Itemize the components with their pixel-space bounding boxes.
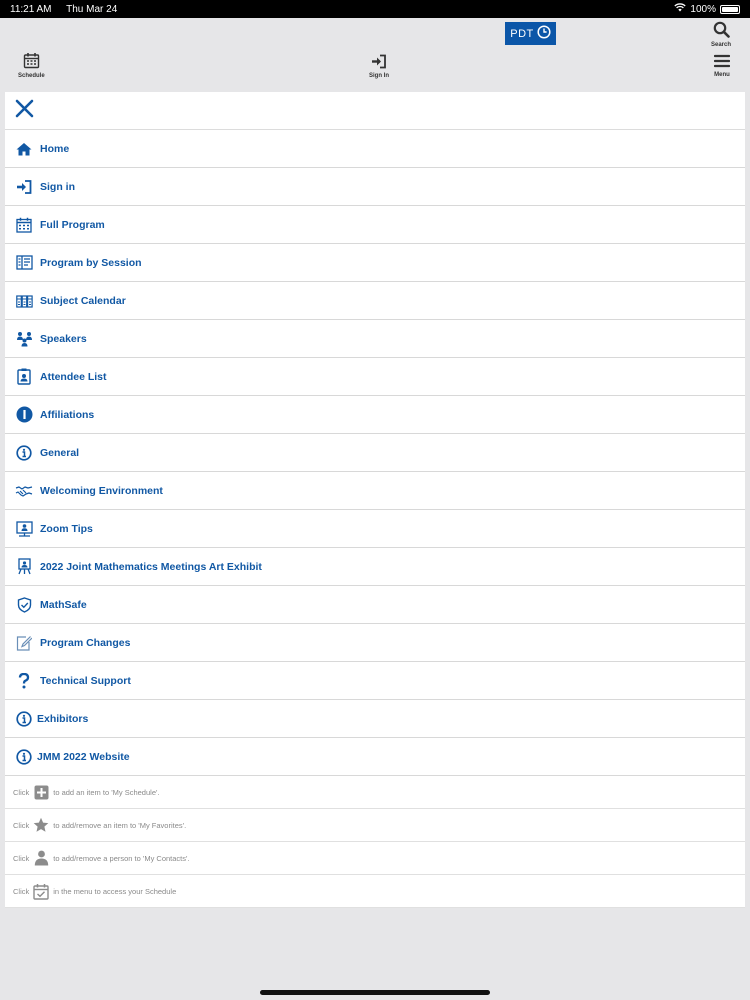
calendar-check-icon: [33, 883, 49, 900]
edit-icon: [15, 634, 33, 652]
menu-item-label: Program Changes: [40, 636, 131, 649]
menu-item-label: Program by Session: [40, 256, 142, 269]
shield-icon: [15, 596, 33, 614]
close-icon[interactable]: [15, 99, 34, 123]
hint-text: in the menu to access your Schedule: [53, 886, 177, 896]
info-circle-icon: [15, 444, 33, 462]
hint-text: to add/remove a person to 'My Contacts'.: [53, 853, 190, 863]
status-date: Thu Mar 24: [66, 3, 118, 15]
menu-label: Menu: [714, 72, 730, 78]
menu-item-label: Full Program: [40, 218, 105, 231]
menu-item-label: General: [40, 446, 80, 459]
sign-in-icon: [15, 178, 33, 196]
menu-item-exhibitors[interactable]: Exhibitors: [5, 700, 745, 738]
menu-item-label: Subject Calendar: [40, 294, 126, 307]
menu-item-program-changes[interactable]: Program Changes: [5, 624, 745, 662]
sign-in-button[interactable]: Sign In: [369, 54, 389, 79]
menu-item-label: Affiliations: [40, 408, 95, 421]
menu-item-full-program[interactable]: Full Program: [5, 206, 745, 244]
battery-percent: 100%: [690, 3, 716, 15]
home-icon: [15, 140, 33, 158]
badge-icon: [15, 368, 33, 386]
schedule-button[interactable]: Schedule: [18, 52, 45, 79]
home-indicator[interactable]: [260, 990, 490, 995]
hint-prefix: Click: [13, 886, 30, 896]
menu-item-general[interactable]: General: [5, 434, 745, 472]
hint-text: to add/remove an item to 'My Favorites'.: [53, 820, 187, 830]
info-solid-icon: [15, 406, 33, 424]
schedule-label: Schedule: [18, 73, 45, 79]
easel-icon: [15, 558, 33, 576]
timezone-button[interactable]: PDT: [505, 22, 556, 45]
menu-item-sign-in[interactable]: Sign in: [5, 168, 745, 206]
hint-row-favorites: Click to add/remove an item to 'My Favor…: [5, 809, 745, 842]
menu-item-label: Zoom Tips: [40, 522, 93, 535]
presenter-icon: [15, 520, 33, 538]
menu-item-subject-calendar[interactable]: Subject Calendar: [5, 282, 745, 320]
info-circle-icon: [15, 710, 33, 728]
search-icon: [713, 21, 730, 40]
search-label: Search: [711, 42, 732, 48]
menu-button[interactable]: Menu: [713, 54, 731, 78]
menu-item-jmm-website[interactable]: JMM 2022 Website: [5, 738, 745, 776]
menu-item-label: Speakers: [40, 332, 87, 345]
menu-item-label: 2022 Joint Mathematics Meetings Art Exhi…: [40, 560, 262, 573]
menu-close-row: [5, 92, 745, 130]
star-icon: [33, 817, 49, 833]
hint-row-calendar: Click in the menu to access your Schedul…: [5, 875, 745, 908]
calendar-icon: [23, 52, 40, 71]
sign-in-icon: [371, 54, 387, 71]
calendar-grid-icon: [15, 292, 33, 310]
book-open-icon: [15, 254, 33, 272]
hint-prefix: Click: [13, 820, 30, 830]
menu-item-art-exhibit[interactable]: 2022 Joint Mathematics Meetings Art Exhi…: [5, 548, 745, 586]
hint-row-contacts: Click to add/remove a person to 'My Cont…: [5, 842, 745, 875]
menu-item-home[interactable]: Home: [5, 130, 745, 168]
top-toolbar: PDT Search Schedule Sign In Menu: [0, 18, 750, 90]
timezone-label: PDT: [510, 27, 534, 40]
question-icon: [15, 672, 33, 690]
status-bar: 11:21 AM Thu Mar 24 100%: [0, 0, 750, 18]
menu-item-attendee-list[interactable]: Attendee List: [5, 358, 745, 396]
battery-icon: [720, 4, 740, 14]
menu-item-label: Attendee List: [40, 370, 107, 383]
hamburger-icon: [713, 54, 731, 70]
hint-prefix: Click: [13, 853, 30, 863]
plus-box-icon: [33, 784, 49, 800]
menu-item-label: Technical Support: [40, 674, 131, 687]
menu-item-label: JMM 2022 Website: [37, 750, 130, 763]
calendar-icon: [15, 216, 33, 234]
side-menu-panel: Home Sign in Full Program Program by Ses…: [5, 92, 745, 908]
menu-item-affiliations[interactable]: Affiliations: [5, 396, 745, 434]
hint-row-schedule: Click to add an item to 'My Schedule'.: [5, 776, 745, 809]
menu-item-technical-support[interactable]: Technical Support: [5, 662, 745, 700]
handshake-icon: [15, 482, 33, 500]
hint-prefix: Click: [13, 787, 30, 797]
search-button[interactable]: Search: [711, 21, 731, 48]
menu-item-label: Welcoming Environment: [40, 484, 163, 497]
hint-text: to add an item to 'My Schedule'.: [53, 787, 160, 797]
status-time: 11:21 AM: [10, 3, 52, 15]
menu-item-label: MathSafe: [40, 598, 87, 611]
menu-item-label: Home: [40, 142, 70, 155]
menu-item-speakers[interactable]: Speakers: [5, 320, 745, 358]
menu-item-label: Exhibitors: [37, 712, 89, 725]
menu-item-welcoming-environment[interactable]: Welcoming Environment: [5, 472, 745, 510]
clock-icon: [537, 25, 551, 42]
info-circle-icon: [15, 748, 33, 766]
person-icon: [33, 850, 49, 866]
sign-in-label: Sign In: [369, 73, 389, 79]
menu-item-program-by-session[interactable]: Program by Session: [5, 244, 745, 282]
menu-item-zoom-tips[interactable]: Zoom Tips: [5, 510, 745, 548]
menu-item-mathsafe[interactable]: MathSafe: [5, 586, 745, 624]
wifi-icon: [674, 3, 687, 15]
menu-item-label: Sign in: [40, 180, 75, 193]
people-icon: [15, 330, 33, 348]
